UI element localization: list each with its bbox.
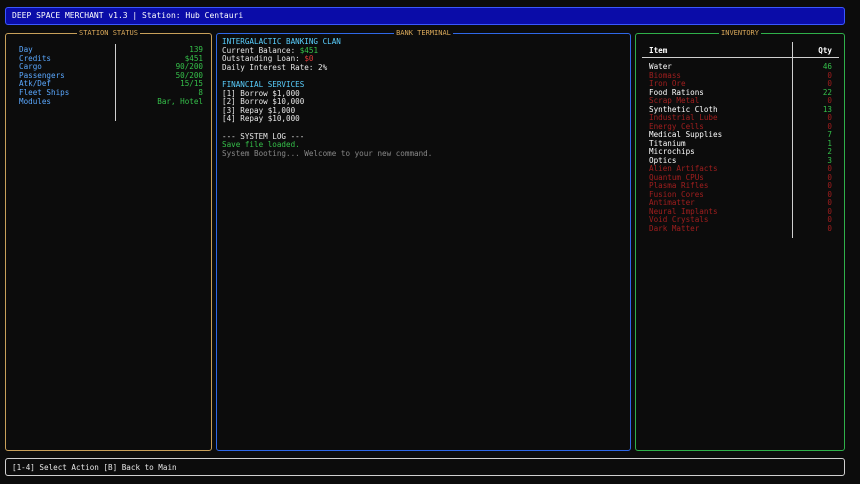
stats-divider — [115, 44, 116, 121]
inventory-item-qty: 46 — [789, 63, 832, 72]
inventory-header-divider — [642, 57, 839, 58]
interest-line: Daily Interest Rate: 2% — [222, 64, 432, 73]
inventory-item-qty: 3 — [789, 157, 832, 166]
inventory-item-qty: 0 — [789, 225, 832, 234]
footer-hint-bar: [1-4] Select Action [B] Back to Main — [5, 458, 845, 476]
inventory-item-qty: 0 — [789, 208, 832, 217]
app-title: DEEP SPACE MERCHANT v1.3 | Station: Hub … — [12, 11, 243, 20]
inventory-item-qty: 7 — [789, 131, 832, 140]
inventory-header: Item Qty — [649, 46, 832, 55]
inventory-item-qty: 0 — [789, 216, 832, 225]
inventory-panel: INVENTORY Item Qty Water46Biomass0Iron O… — [635, 33, 845, 451]
inventory-item-qty: 1 — [789, 140, 832, 149]
inventory-item-name: Dark Matter — [649, 225, 789, 234]
stat-row-modules: Modules Bar, Hotel — [19, 98, 203, 107]
inventory-item-qty: 0 — [789, 165, 832, 174]
inventory-col-item: Item — [649, 46, 789, 55]
bank-terminal-panel: BANK TERMINAL INTERGALACTIC BANKING CLAN… — [216, 33, 631, 451]
inventory-item-qty: 0 — [789, 123, 832, 132]
inventory-list: Water46Biomass0Iron Ore0Food Rations22Sc… — [649, 63, 832, 233]
station-status-panel: STATION STATUS Day 139 Credits $451 Carg… — [5, 33, 212, 451]
log-entry: System Booting... Welcome to your new co… — [222, 150, 432, 159]
inventory-col-qty: Qty — [789, 46, 832, 55]
inventory-item-qty: 0 — [789, 199, 832, 208]
inventory-item-qty: 0 — [789, 191, 832, 200]
inventory-item-qty: 0 — [789, 72, 832, 81]
interest-value: 2% — [318, 63, 327, 72]
service-repay-10000[interactable]: [4] Repay $10,000 — [222, 115, 432, 124]
title-bar: DEEP SPACE MERCHANT v1.3 | Station: Hub … — [5, 7, 845, 25]
inventory-row: Microchips2 — [649, 148, 832, 157]
station-status-title: STATION STATUS — [6, 28, 211, 38]
inventory-item-qty: 22 — [789, 89, 832, 98]
inventory-item-qty: 13 — [789, 106, 832, 115]
inventory-title: INVENTORY — [636, 28, 844, 38]
station-stats: Day 139 Credits $451 Cargo 90/200 Passen… — [19, 46, 203, 106]
footer-hint: [1-4] Select Action [B] Back to Main — [12, 463, 177, 472]
inventory-item-qty: 0 — [789, 114, 832, 123]
inventory-row: Dark Matter0 — [649, 225, 832, 234]
bank-content: INTERGALACTIC BANKING CLAN Current Balan… — [222, 38, 432, 158]
inventory-item-qty: 0 — [789, 182, 832, 191]
inventory-item-qty: 0 — [789, 174, 832, 183]
inventory-item-qty: 2 — [789, 148, 832, 157]
